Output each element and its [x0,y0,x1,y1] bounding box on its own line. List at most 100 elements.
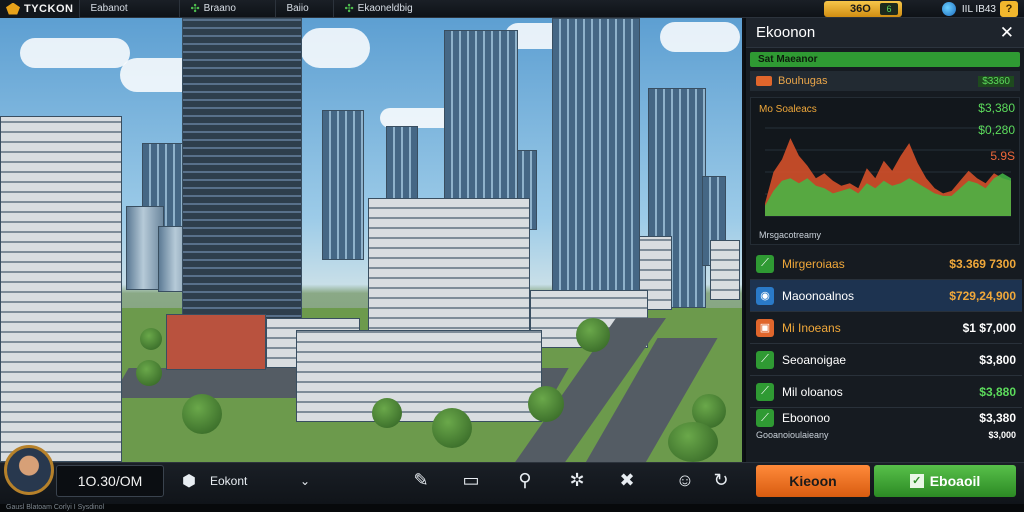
building-icon: ▣ [756,318,774,337]
status-bar: Gausl Blatoam Corlyi I Sysdinol [0,504,1024,512]
tab-braano[interactable]: ✣ Braano [179,0,275,18]
row-label: Eboonoo [782,411,831,425]
chart-footer: Mrsgacotreamy [759,230,822,240]
finance-list: ⟋ Mirgeroiaas $3.369 7300 ◉ Maoonoalnos … [750,248,1022,442]
tree [182,394,222,434]
row-value: $3,380 [979,411,1016,425]
tree [372,398,402,428]
cloud [660,22,740,52]
tree [528,386,564,422]
finance-row[interactable]: ⟋ Seoanoigae $3,800 [750,344,1022,376]
action-button-label: Eboaoil [929,473,981,489]
tab-ekaoneldbig[interactable]: ✣ Ekaoneldbig [333,0,437,18]
economy-panel: Ekoonon ✕ Sat Maeanor Bouhugas $3360 Mo … [744,18,1024,462]
player-avatar[interactable] [4,445,54,495]
city-view[interactable] [0,18,742,462]
row-label: Mi Inoeans [782,320,841,335]
row-label: Gooanoioulaieany [756,430,829,440]
globe-icon: ◉ [756,286,774,305]
player-text: IIL IB43 [961,3,996,15]
finance-row[interactable]: ◉ Maoonoalnos $729,24,900 [750,280,1022,312]
player-info[interactable]: IIL IB43 [941,1,996,17]
help-button[interactable]: ? [1000,1,1018,17]
tab-eabanot[interactable]: Eabanot [79,0,153,18]
emoji-icon[interactable]: ☺ [672,467,698,493]
finance-row[interactable]: ⟋ Mil oloanos $3,880 [750,376,1022,408]
finance-row[interactable]: ▣ Mi Inoeans $1 $7,000 [750,312,1022,344]
mode-label: Eokont [209,474,248,488]
tree [140,328,162,350]
budget-icon [756,76,772,86]
logo-text: TYCKON [24,2,74,15]
row-label: Seoanoigae [782,352,847,367]
tree [136,360,162,386]
tab-label: Braano [203,3,236,14]
panel-header: Ekoonon ✕ [746,18,1024,48]
pencil-icon[interactable]: ✎ [408,467,434,493]
row-label: Mil oloanos [782,384,843,399]
game-screen: TYCKON Eabanot ✣ Braano Baiio ✣ Ekaoneld… [0,0,1024,512]
row-label: Maoonoalnos [782,288,855,303]
apartment-tower[interactable] [0,116,122,462]
row-value: $3.369 7300 [949,256,1016,271]
skyscraper[interactable] [444,30,518,220]
tree [432,408,472,448]
finance-row[interactable]: ⟋ Mirgeroiaas $3.369 7300 [750,248,1022,280]
chart-icon: ⟋ [756,254,774,273]
chart-icon: ⟋ [756,409,774,427]
logo-icon [6,2,20,15]
row-value: $3,800 [979,352,1016,367]
pin-icon[interactable]: ⚲ [512,467,538,493]
chart-value-label: $3,380 [978,101,1015,115]
skyscraper[interactable] [552,18,640,303]
globe-icon [941,2,956,16]
bottom-bar: 1O.30/OM ⬢ Eokont ⌄ ✎ ▭ ⚲ ✲ ✖ ☺ ↻ Kieoon… [0,445,1024,504]
building[interactable] [322,110,364,260]
tree [668,422,718,462]
panel-title: Ekoonon [756,24,816,41]
tab-label: Baiio [286,3,309,14]
tree [576,318,610,352]
cloud [300,28,370,68]
chart-value-label: $0,280 [978,123,1015,137]
row-value: $1 $7,000 [962,320,1016,335]
chart-icon: ⟋ [756,382,774,401]
section-header[interactable]: Sat Maeanor [750,52,1020,67]
building[interactable] [166,314,266,370]
logo: TYCKON [0,0,80,18]
action-button-orange[interactable]: Kieoon [756,465,870,497]
tab-label: Ekaoneldbig [357,3,413,14]
revenue-chart: Mo Soaleacs $3,380 $0,280 5.9S Mrsgacotreamy [750,97,1020,245]
row-value: $729,24,900 [949,288,1016,303]
close-icon[interactable]: ✕ [1000,23,1014,43]
cash-display: 1O.30/OM [56,465,164,497]
chart-title: Mo Soaleacs [759,104,817,115]
tools-icon[interactable]: ✖ [614,467,640,493]
action-button-green[interactable]: ✓ Eboaoil [874,465,1016,497]
finance-footer-row: Gooanoioulaieany $3,000 [750,428,1022,442]
mode-selector[interactable]: ⬢ Eokont ⌄ [176,465,318,497]
box-icon[interactable]: ▭ [458,467,484,493]
finance-row[interactable]: ⟋ Eboonoo $3,380 [750,408,1022,428]
budget-row[interactable]: Bouhugas $3360 [750,71,1020,91]
chart-svg: Mo Soaleacs $3,380 $0,280 5.9S Mrsgacotreamy [759,101,1015,240]
leaf-icon: ✣ [190,3,200,15]
building[interactable] [710,240,740,300]
cube-icon: ⬢ [182,473,196,490]
budget-label: Bouhugas [778,75,828,87]
row-value: $3,000 [988,430,1016,440]
tab-baiio[interactable]: Baiio [275,0,333,18]
cloud [20,38,130,68]
money-value: 36O [850,3,871,15]
leaf-icon: ✣ [344,3,354,15]
budget-value: $3360 [978,75,1014,87]
top-bar: TYCKON Eabanot ✣ Braano Baiio ✣ Ekaoneld… [0,0,1024,18]
building[interactable] [296,330,542,422]
row-label: Mirgeroiaas [782,256,845,271]
check-icon: ✓ [909,474,924,488]
refresh-icon[interactable]: ↻ [708,467,734,493]
chart-value-label: 5.9S [990,149,1015,163]
gear-icon[interactable]: ✲ [564,467,590,493]
chart-icon: ⟋ [756,350,774,369]
skyscraper[interactable] [182,18,302,348]
